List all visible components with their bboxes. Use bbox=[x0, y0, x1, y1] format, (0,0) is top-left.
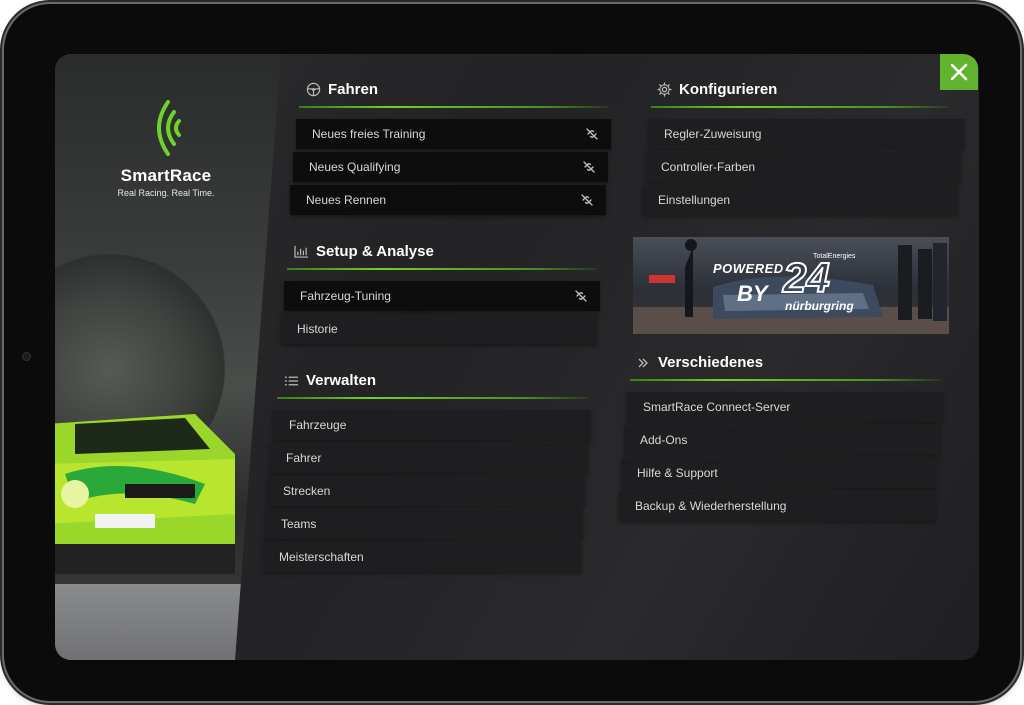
section-divider bbox=[277, 397, 589, 399]
menu-item-label: SmartRace Connect-Server bbox=[643, 400, 791, 414]
menu-item-hilfe-support[interactable]: Hilfe & Support bbox=[621, 458, 937, 488]
road-image bbox=[55, 584, 281, 660]
menu-item-label: Neues Qualifying bbox=[309, 160, 401, 174]
app-screen: SmartRace Real Racing. Real Time. Fahren… bbox=[55, 54, 979, 660]
app-logo: SmartRace Real Racing. Real Time. bbox=[111, 96, 221, 198]
menu-item-label: Regler-Zuweisung bbox=[664, 127, 762, 141]
double-chevron-right-icon bbox=[635, 355, 651, 371]
menu-item-smartrace-connect-server[interactable]: SmartRace Connect-Server bbox=[627, 392, 943, 422]
menu-item-meisterschaften[interactable]: Meisterschaften bbox=[263, 542, 581, 572]
section-divider bbox=[651, 106, 949, 108]
section-divider bbox=[287, 268, 597, 270]
menu-item-label: Einstellungen bbox=[658, 193, 731, 207]
menu-item-label: Backup & Wiederherstellung bbox=[635, 499, 787, 513]
steering-wheel-icon bbox=[305, 82, 321, 98]
section-verschiedenes-title: Verschiedenes bbox=[658, 354, 764, 371]
menu-item-fahrzeug-tuning[interactable]: Fahrzeug-Tuning bbox=[284, 281, 600, 311]
section-setup-header: Setup & Analyse bbox=[293, 243, 434, 260]
banner-sponsor-text: TotalEnergies bbox=[813, 253, 856, 260]
menu-item-label: Teams bbox=[281, 517, 317, 531]
tablet-frame: SmartRace Real Racing. Real Time. Fahren… bbox=[4, 4, 1020, 701]
section-fahren-header: Fahren bbox=[305, 81, 378, 98]
close-button[interactable] bbox=[940, 54, 978, 90]
link-broken-icon bbox=[581, 194, 593, 206]
bar-chart-icon bbox=[293, 244, 309, 260]
link-broken-icon bbox=[583, 161, 595, 173]
link-broken-icon bbox=[575, 290, 587, 302]
menu-item-label: Controller-Farben bbox=[661, 160, 756, 174]
banner-24-number: 24 bbox=[782, 254, 831, 301]
menu-item-label: Add-Ons bbox=[640, 433, 688, 447]
menu-item-label: Fahrer bbox=[286, 451, 322, 465]
menu-item-fahrer[interactable]: Fahrer bbox=[270, 443, 588, 473]
section-divider bbox=[630, 379, 942, 381]
menu-item-strecken[interactable]: Strecken bbox=[267, 476, 585, 506]
powered-by-24h-banner[interactable]: 24 POWERED BY TotalEnergies nürburgring bbox=[633, 237, 949, 334]
menu-item-backup-wiederherstellung[interactable]: Backup & Wiederherstellung bbox=[619, 491, 935, 521]
race-car-image bbox=[55, 414, 235, 574]
section-setup-title: Setup & Analyse bbox=[316, 243, 434, 260]
menu-item-label: Fahrzeuge bbox=[289, 418, 347, 432]
menu-item-einstellungen[interactable]: Einstellungen bbox=[642, 185, 958, 215]
menu-item-label: Neues freies Training bbox=[312, 127, 426, 141]
hero-panel: SmartRace Real Racing. Real Time. bbox=[55, 54, 281, 660]
menu-item-label: Neues Rennen bbox=[306, 193, 387, 207]
close-icon bbox=[950, 63, 968, 81]
brand-tagline: Real Racing. Real Time. bbox=[117, 188, 215, 198]
menu-item-label: Strecken bbox=[283, 484, 331, 498]
banner-powered-text: POWERED bbox=[713, 261, 784, 276]
section-verschiedenes-header: Verschiedenes bbox=[635, 354, 763, 371]
menu-item-label: Historie bbox=[297, 322, 338, 336]
menu-item-label: Fahrzeug-Tuning bbox=[300, 289, 391, 303]
menu-item-label: Hilfe & Support bbox=[637, 466, 718, 480]
section-konfigurieren-header: Konfigurieren bbox=[656, 81, 777, 98]
brand-name: SmartRace bbox=[120, 166, 212, 185]
gear-icon bbox=[656, 82, 672, 98]
logo-arcs-icon bbox=[157, 100, 181, 156]
link-broken-icon bbox=[586, 128, 598, 140]
menu-item-controller-farben[interactable]: Controller-Farben bbox=[645, 152, 961, 182]
menu-item-neues-qualifying[interactable]: Neues Qualifying bbox=[293, 152, 608, 182]
menu-item-regler-zuweisung[interactable]: Regler-Zuweisung bbox=[648, 119, 964, 149]
section-fahren-title: Fahren bbox=[328, 81, 379, 98]
menu-item-teams[interactable]: Teams bbox=[265, 509, 583, 539]
menu-item-neues-rennen[interactable]: Neues Rennen bbox=[290, 185, 606, 215]
banner-location-text: nürburgring bbox=[785, 299, 854, 313]
menu-item-neues-freies-training[interactable]: Neues freies Training bbox=[296, 119, 611, 149]
menu-item-label: Meisterschaften bbox=[279, 550, 364, 564]
list-icon bbox=[283, 373, 299, 389]
section-konfigurieren-title: Konfigurieren bbox=[679, 81, 778, 98]
banner-by-text: BY bbox=[737, 281, 768, 306]
section-verwalten-title: Verwalten bbox=[306, 372, 377, 389]
menu-item-fahrzeuge[interactable]: Fahrzeuge bbox=[273, 410, 591, 440]
menu-item-add-ons[interactable]: Add-Ons bbox=[624, 425, 940, 455]
section-verwalten-header: Verwalten bbox=[283, 372, 376, 389]
camera-dot bbox=[22, 352, 31, 361]
section-divider bbox=[299, 106, 609, 108]
menu-item-historie[interactable]: Historie bbox=[281, 314, 597, 344]
